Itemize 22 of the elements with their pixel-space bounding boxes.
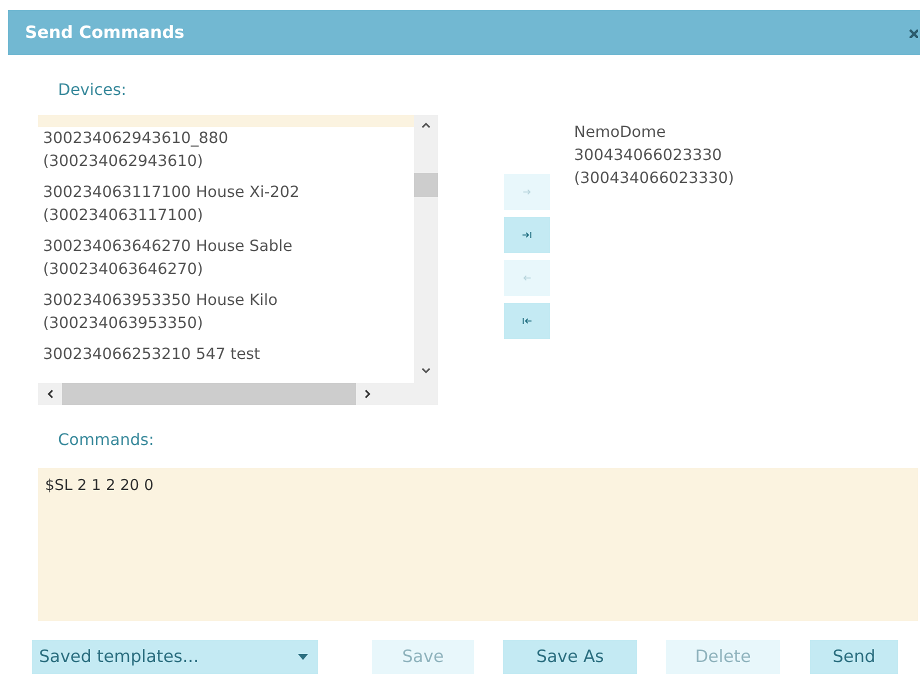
selected-device[interactable]: NemoDome 300434066023330 (300434066023330)	[574, 121, 734, 190]
caret-icon	[298, 654, 308, 660]
action-button[interactable]: Send	[810, 640, 898, 674]
command-input[interactable]: $SL 2 1 2 20 0	[38, 468, 918, 621]
scroll-thumb[interactable]	[414, 173, 438, 197]
move-button[interactable]	[504, 303, 550, 339]
window-title: Send Commands	[24, 22, 184, 42]
action-button[interactable]: Save As	[503, 640, 637, 674]
move-button[interactable]	[504, 217, 550, 253]
devices-label: Devices:	[57, 80, 128, 101]
arrow-icon	[521, 229, 533, 241]
device-item[interactable]: 300234066253210 547 test	[38, 343, 414, 374]
scroll-thumb[interactable]	[62, 383, 356, 405]
device-item[interactable]: 300234063646270 House Sable (300234063646270)	[38, 235, 414, 289]
commands-label: Commands:	[57, 430, 155, 451]
device-item[interactable]: 300234063117100 House Xi-202 (300234063117100)	[38, 181, 414, 235]
device-item[interactable]: 300234063953350 House Kilo (300234063953350)	[38, 289, 414, 343]
templates-dropdown[interactable]: Saved templates...	[32, 640, 318, 674]
arrow-icon	[521, 315, 533, 327]
device-item[interactable]: 300234062943610_880 (300234062943610)	[38, 127, 414, 181]
device-item[interactable]	[38, 115, 414, 127]
close-icon[interactable]	[908, 28, 918, 38]
